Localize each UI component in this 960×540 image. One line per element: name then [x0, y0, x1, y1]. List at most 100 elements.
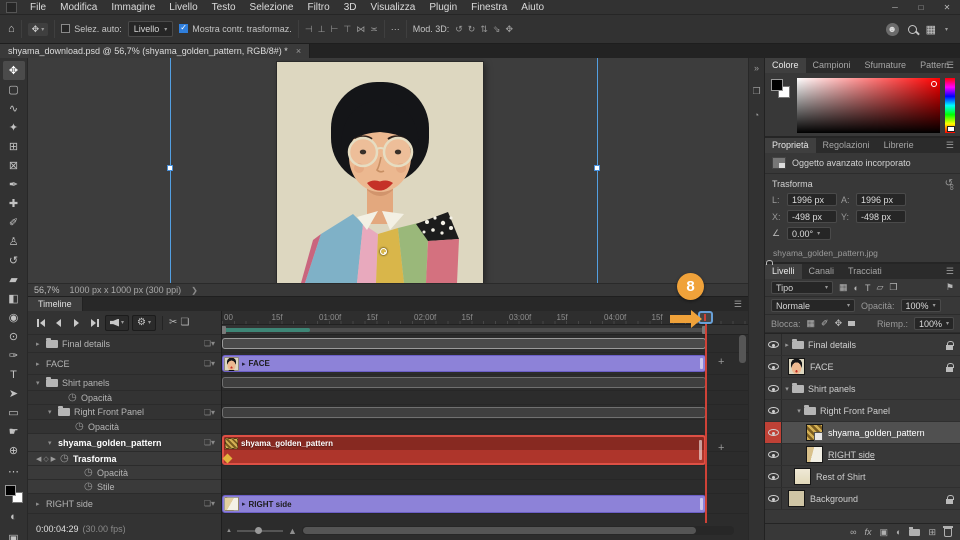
show-transform-controls-checkbox[interactable]: Mostra contr. trasformaz. — [179, 24, 292, 34]
mode-3d-icon[interactable]: ⇘ — [493, 24, 501, 35]
workspace-icon[interactable]: ▦ — [926, 23, 936, 36]
keyframe-navigator[interactable]: ◀ ◇ ▶ — [36, 455, 56, 463]
adjustment-filter-icon[interactable]: ◐ — [854, 283, 859, 293]
menu-item[interactable]: Immagine — [104, 0, 162, 14]
transform-reference-point[interactable] — [380, 248, 387, 255]
account-avatar[interactable]: ☻ — [886, 23, 899, 36]
menu-item[interactable]: Livello — [162, 0, 204, 14]
align-icon[interactable]: ⊥ — [318, 24, 326, 35]
menu-item[interactable]: Filtro — [300, 0, 336, 14]
filter-type-dropdown[interactable]: Tipo▾ — [771, 281, 833, 294]
collapse-icon[interactable]: ▾ — [48, 408, 58, 416]
transition-icon[interactable]: ❏ — [180, 317, 189, 328]
lock-all-icon[interactable] — [848, 321, 855, 326]
frame-tool[interactable]: ⊠ — [3, 156, 25, 175]
auto-select-target-dropdown[interactable]: Livello▾ — [128, 21, 174, 37]
height-field[interactable]: 1996 px — [856, 193, 906, 206]
white-swatch[interactable] — [947, 126, 955, 132]
brush-tool[interactable]: ✐ — [3, 213, 25, 232]
auto-select-checkbox[interactable]: Selez. auto: — [61, 24, 122, 34]
layer-row-final-details[interactable]: ▸ Final details — [765, 334, 960, 356]
search-icon[interactable] — [908, 25, 917, 34]
visibility-toggle[interactable] — [765, 444, 782, 465]
visibility-toggle[interactable] — [765, 422, 782, 443]
visibility-toggle[interactable] — [765, 356, 782, 377]
hue-slider[interactable] — [945, 78, 955, 133]
mode-3d-icon[interactable]: ⇅ — [480, 24, 488, 35]
visibility-toggle[interactable] — [765, 488, 782, 509]
collapse-icon[interactable]: ▾ — [36, 379, 46, 387]
mute-audio-button[interactable]: ▾ — [105, 315, 129, 331]
clip-shirt-panels[interactable] — [222, 377, 706, 388]
track-transform-property[interactable]: ◀ ◇ ▶ ◷ Trasforma — [28, 452, 221, 466]
align-icon[interactable]: ⋈ — [356, 24, 365, 35]
track-settings-icon[interactable]: ❏▾ — [204, 499, 215, 508]
pixel-filter-icon[interactable]: ▦ — [839, 282, 848, 293]
work-area-bar[interactable] — [222, 325, 748, 335]
menu-item[interactable]: 3D — [337, 0, 364, 14]
quick-mask-icon[interactable]: ◐ — [3, 507, 25, 526]
spot-healing-brush-tool[interactable]: ✚ — [3, 194, 25, 213]
lock-pixels-icon[interactable]: ✐ — [821, 318, 829, 329]
track-shirt-panels[interactable]: ▾ Shirt panels — [28, 375, 221, 391]
split-clip-icon[interactable]: ✂ — [169, 317, 177, 328]
more-options-button[interactable]: ··· — [391, 24, 400, 34]
edit-toolbar-icon[interactable]: ⋯ — [3, 462, 25, 481]
foreground-background-colors[interactable] — [4, 484, 24, 504]
path-selection-tool[interactable]: ➤ — [3, 384, 25, 403]
type-tool[interactable]: T — [3, 365, 25, 384]
collapse-icon[interactable]: ▾ — [48, 439, 58, 447]
align-icon[interactable]: ⊢ — [331, 24, 339, 35]
type-filter-icon[interactable]: T — [865, 283, 871, 293]
vertical-scrollbar[interactable] — [739, 335, 746, 363]
adjustment-layer-icon[interactable]: ◐ — [896, 527, 901, 537]
panel-tab[interactable]: Regolazioni — [816, 138, 877, 153]
close-button[interactable]: ✕ — [934, 0, 960, 15]
layer-effects-icon[interactable]: fx — [864, 527, 871, 537]
stopwatch-icon[interactable]: ◷ — [68, 392, 81, 403]
stopwatch-icon[interactable]: ◷ — [84, 481, 97, 492]
clone-stamp-tool[interactable]: ♙ — [3, 232, 25, 251]
move-tool[interactable]: ✥ — [3, 61, 25, 80]
panel-menu-icon[interactable]: ☰ — [734, 299, 742, 310]
expand-icon[interactable]: ▸ — [36, 500, 46, 508]
track-style[interactable]: ◷ Stile — [28, 480, 221, 494]
add-media-icon[interactable]: + — [718, 356, 724, 368]
document-image[interactable] — [277, 62, 483, 283]
eraser-tool[interactable]: ▰ — [3, 270, 25, 289]
dock-panel-icon[interactable]: » — [754, 63, 759, 73]
tab-close-icon[interactable]: × — [296, 46, 301, 56]
canvas-area[interactable] — [28, 58, 748, 283]
align-icon[interactable]: ≍ — [370, 24, 378, 35]
menu-item[interactable]: Visualizza — [364, 0, 423, 14]
menu-item[interactable]: File — [23, 0, 53, 14]
foreground-background-colors[interactable] — [770, 78, 792, 133]
blend-mode-dropdown[interactable]: Normale▾ — [771, 299, 855, 312]
foreground-color-swatch[interactable] — [5, 485, 16, 496]
stopwatch-icon[interactable]: ◷ — [75, 421, 88, 432]
track-face[interactable]: ▸ FACE ❏▾ — [28, 353, 221, 375]
layer-row-background[interactable]: Background — [765, 488, 960, 510]
minimize-button[interactable]: ─ — [882, 0, 908, 15]
play-button[interactable] — [69, 316, 84, 330]
layer-row-shirt-panels[interactable]: ▾ Shirt panels — [765, 378, 960, 400]
menu-item[interactable]: Testo — [205, 0, 243, 14]
track-opacity[interactable]: ◷ Opacità — [28, 391, 221, 405]
panel-tab[interactable]: Tracciati — [841, 264, 889, 279]
visibility-toggle[interactable] — [765, 400, 782, 421]
home-icon[interactable]: ⌂ — [8, 23, 15, 35]
status-chevron-icon[interactable]: ❯ — [191, 286, 198, 295]
dodge-tool[interactable]: ⊙ — [3, 327, 25, 346]
y-position-field[interactable]: -498 px — [856, 210, 906, 223]
layer-row-face[interactable]: FACE — [765, 356, 960, 378]
expand-icon[interactable]: ▸ — [782, 341, 792, 349]
go-to-first-frame-button[interactable] — [33, 316, 48, 330]
collapse-icon[interactable]: ▾ — [794, 407, 804, 415]
playhead-line[interactable] — [705, 323, 707, 523]
menu-item[interactable]: Plugin — [422, 0, 464, 14]
filter-toggle-icon[interactable]: ⚑ — [946, 282, 954, 293]
color-picker-cursor[interactable] — [931, 81, 937, 87]
clip-final-details[interactable] — [222, 338, 706, 349]
history-brush-tool[interactable]: ↺ — [3, 251, 25, 270]
track-opacity[interactable]: ◷ Opacità — [28, 466, 221, 480]
